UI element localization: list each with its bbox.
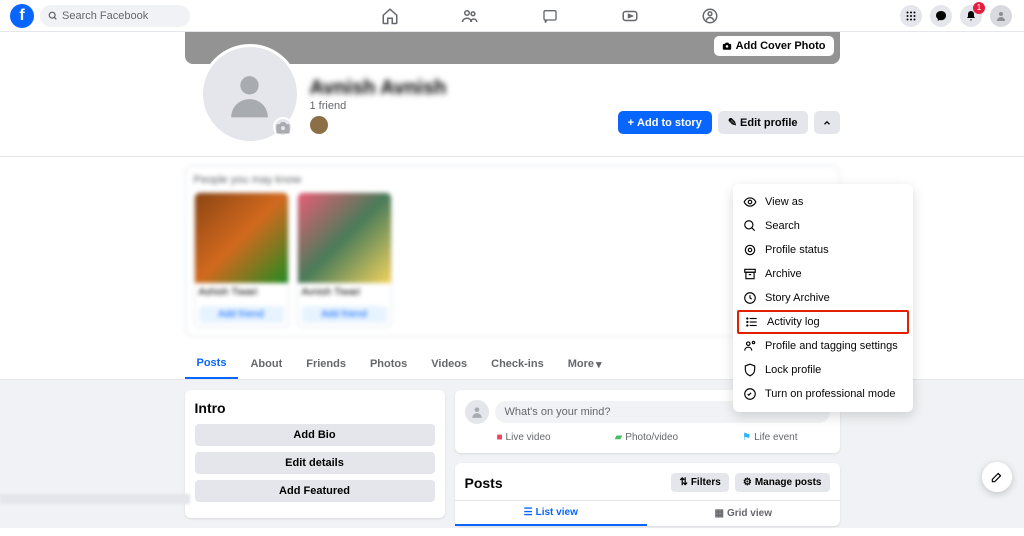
friend-avatar[interactable] (310, 116, 328, 134)
tab-about[interactable]: About (238, 350, 294, 378)
search-icon (48, 11, 58, 21)
edit-fab[interactable] (982, 462, 1012, 492)
view-as-option[interactable]: View as (733, 190, 913, 214)
messenger-icon[interactable] (540, 6, 560, 26)
profile-avatar[interactable] (200, 44, 300, 144)
posts-title: Posts (465, 475, 666, 491)
tab-videos[interactable]: Videos (419, 350, 479, 378)
camera-icon (722, 41, 732, 51)
chevron-up-icon (822, 118, 832, 128)
profile-actions: + Add to story ✎ Edit profile (618, 111, 840, 144)
add-to-story-button[interactable]: + Add to story (618, 111, 712, 134)
video-icon[interactable] (620, 6, 640, 26)
browser-status-bar (0, 494, 190, 504)
profile-options-dropdown: View as Search Profile status Archive St… (733, 184, 913, 412)
top-navbar: f Search Facebook 1 (0, 0, 1024, 32)
notifications-icon[interactable]: 1 (960, 5, 982, 27)
manage-posts-button[interactable]: ⚙ Manage posts (735, 473, 830, 492)
tag-icon (743, 339, 757, 353)
friends-icon[interactable] (460, 6, 480, 26)
edit-profile-button[interactable]: ✎ Edit profile (718, 111, 808, 134)
facebook-logo[interactable]: f (10, 4, 34, 28)
caret-down-icon: ▾ (596, 358, 602, 371)
activity-log-option[interactable]: Activity log (737, 310, 909, 334)
nav-center (200, 6, 900, 26)
search-input[interactable]: Search Facebook (40, 5, 190, 27)
search-placeholder: Search Facebook (62, 10, 148, 22)
live-video-button[interactable]: ■Live video (497, 432, 551, 443)
grid-view-button[interactable]: ▦ Grid view (647, 501, 840, 526)
shield-icon (743, 363, 757, 377)
archive-icon (743, 267, 757, 281)
profile-name-area: Avnish Avnish 1 friend (310, 77, 447, 144)
photo-video-button[interactable]: ▰Photo/video (615, 432, 679, 443)
groups-icon[interactable] (700, 6, 720, 26)
add-bio-button[interactable]: Add Bio (195, 424, 435, 446)
messages-icon[interactable] (930, 5, 952, 27)
posts-card: Posts ⇅ Filters ⚙ Manage posts ☰ List vi… (455, 463, 840, 526)
composer-avatar[interactable] (465, 400, 489, 424)
eye-icon (743, 195, 757, 209)
lock-profile-option[interactable]: Lock profile (733, 358, 913, 382)
logo-search-area: f Search Facebook (0, 4, 200, 28)
account-icon[interactable] (990, 5, 1012, 27)
profile-tagging-option[interactable]: Profile and tagging settings (733, 334, 913, 358)
tab-checkins[interactable]: Check-ins (479, 350, 556, 378)
profile-name: Avnish Avnish (310, 77, 447, 100)
story-archive-option[interactable]: Story Archive (733, 286, 913, 310)
search-option[interactable]: Search (733, 214, 913, 238)
life-event-button[interactable]: ⚑Life event (742, 432, 797, 443)
home-icon[interactable] (380, 6, 400, 26)
clock-icon (743, 291, 757, 305)
pencil-icon (990, 470, 1004, 484)
menu-icon[interactable] (900, 5, 922, 27)
filters-button[interactable]: ⇅ Filters (671, 473, 728, 492)
intro-card: Intro Add Bio Edit details Add Featured (185, 390, 445, 518)
tab-photos[interactable]: Photos (358, 350, 419, 378)
archive-option[interactable]: Archive (733, 262, 913, 286)
professional-mode-option[interactable]: Turn on professional mode (733, 382, 913, 406)
profile-more-button[interactable] (814, 111, 840, 134)
profile-status-option[interactable]: Profile status (733, 238, 913, 262)
tab-posts[interactable]: Posts (185, 349, 239, 379)
badge-icon (743, 243, 757, 257)
notification-badge: 1 (973, 2, 985, 14)
suggestion-card[interactable]: Ashish TiwariAdd friend (194, 192, 289, 328)
cover-section: Add Cover Photo Avnish Avnish 1 friend +… (0, 32, 1024, 157)
search-icon (743, 219, 757, 233)
pro-icon (743, 387, 757, 401)
tab-friends[interactable]: Friends (294, 350, 358, 378)
change-avatar-button[interactable] (273, 117, 293, 137)
list-view-button[interactable]: ☰ List view (455, 501, 648, 526)
add-cover-button[interactable]: Add Cover Photo (714, 36, 834, 56)
edit-details-button[interactable]: Edit details (195, 452, 435, 474)
list-icon (745, 315, 759, 329)
intro-title: Intro (195, 400, 435, 416)
nav-right: 1 (900, 5, 1024, 27)
tab-more[interactable]: More ▾ (556, 350, 614, 379)
friends-count[interactable]: 1 friend (310, 100, 447, 112)
suggestion-card[interactable]: Avnish TiwariAdd friend (297, 192, 392, 328)
add-featured-button[interactable]: Add Featured (195, 480, 435, 502)
